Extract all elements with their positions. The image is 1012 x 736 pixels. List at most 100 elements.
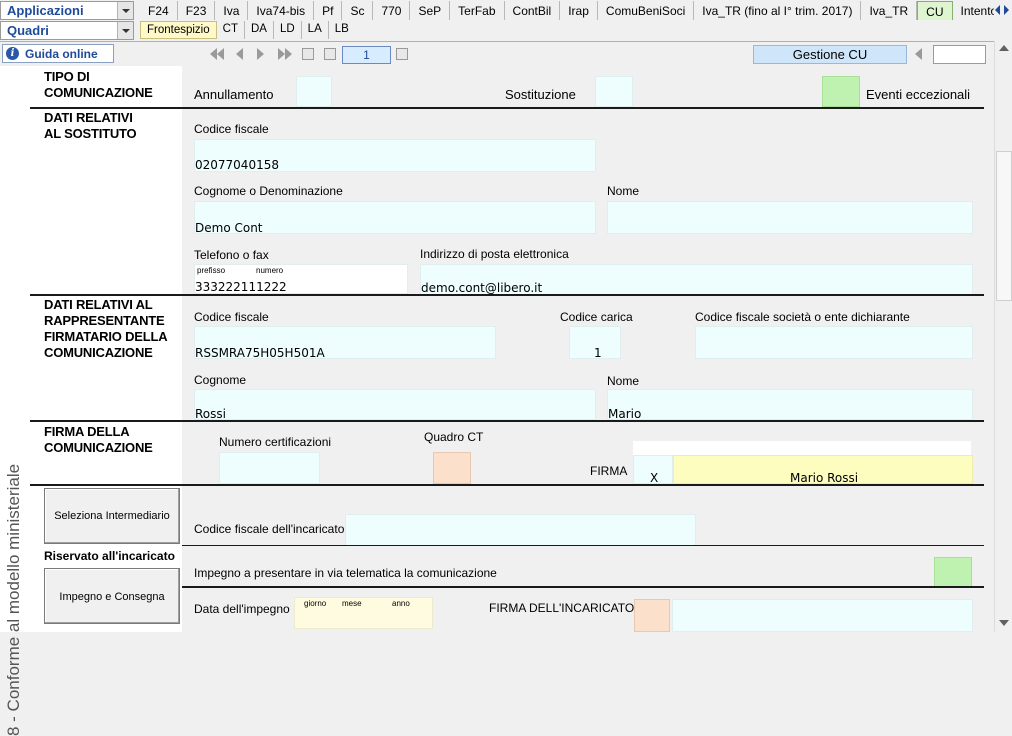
cf-incaricato-label: Codice fiscale dell'incaricato (194, 522, 344, 536)
guida-online-label: Guida online (25, 47, 98, 61)
previous-record-icon[interactable] (915, 48, 929, 60)
sostituto-nome-field[interactable] (607, 201, 973, 234)
applicazioni-label: Applicazioni (7, 3, 84, 18)
prefisso-label: prefisso (197, 266, 225, 275)
tab-lb[interactable]: LB (329, 21, 355, 39)
rappresentante-cognome-value: Rossi (195, 407, 226, 421)
chevron-right-icon[interactable] (1004, 5, 1009, 15)
cf-incaricato-field[interactable] (345, 514, 696, 546)
email-label: Indirizzo di posta elettronica (420, 247, 569, 261)
firma-label: FIRMA (590, 464, 627, 478)
cf-societa-label: Codice fiscale società o ente dichiarant… (695, 310, 910, 324)
tab-scroll-arrows[interactable] (994, 3, 1012, 19)
quadri-label: Quadri (7, 23, 49, 38)
first-page-icon[interactable] (210, 48, 224, 60)
firma-value-field[interactable]: Mario Rossi (673, 455, 973, 484)
section-divider (30, 294, 984, 296)
impegno-consegna-button[interactable]: Impegno e Consegna (44, 568, 180, 624)
impegno-checkbox[interactable] (934, 557, 972, 587)
anno-label: anno (392, 599, 410, 608)
sostituto-cognome-value: Demo Cont (195, 221, 263, 235)
quadro-ct-label: Quadro CT (424, 430, 483, 444)
tab-f24[interactable]: F24 (140, 1, 178, 20)
tab-comubenisoci[interactable]: ComuBeniSoci (598, 1, 694, 20)
tab-f23[interactable]: F23 (178, 1, 216, 20)
sostituto-cognome-label: Cognome o Denominazione (194, 184, 343, 198)
tab-pf[interactable]: Pf (314, 1, 342, 20)
telefono-label: Telefono o fax (194, 248, 269, 262)
quadri-combo[interactable]: Quadri (0, 21, 134, 40)
left-strip: 8 - Conforme al modello ministeriale (0, 66, 30, 632)
tab-contbil[interactable]: ContBil (505, 1, 561, 20)
gestione-cu-button[interactable]: Gestione CU (753, 45, 907, 64)
eventi-eccezionali-label: Eventi eccezionali (866, 87, 970, 102)
tab-iva[interactable]: Iva (215, 1, 248, 20)
impegno-divider (182, 586, 984, 588)
last-page-icon[interactable] (278, 48, 292, 60)
data-impegno-field[interactable]: giorno mese anno (294, 597, 433, 629)
tab-frontespizio[interactable]: Frontespizio (140, 21, 217, 39)
rappresentante-nome-field[interactable]: Mario (607, 389, 973, 420)
firma-x-field[interactable]: X (633, 455, 673, 484)
tab-irap[interactable]: Irap (560, 1, 598, 20)
chevron-left-icon[interactable] (995, 5, 1000, 15)
previous-page-icon[interactable] (236, 48, 250, 60)
tab-iva74bis[interactable]: Iva74-bis (248, 1, 314, 20)
tab-iva-tr[interactable]: Iva_TR (861, 1, 917, 20)
applicazioni-combo[interactable]: Applicazioni (0, 1, 134, 20)
tab-cu[interactable]: CU (917, 1, 952, 20)
remove-page-icon[interactable] (396, 48, 408, 60)
eventi-eccezionali-checkbox[interactable] (822, 76, 860, 107)
firma-incaricato-field[interactable] (672, 599, 973, 632)
annullamento-checkbox[interactable] (296, 76, 332, 107)
guida-online-button[interactable]: i Guida online (2, 44, 114, 63)
vertical-scrollbar[interactable] (994, 41, 1012, 632)
sostituzione-checkbox[interactable] (595, 76, 633, 107)
new-page-icon[interactable] (302, 48, 314, 60)
numero-certificazioni-field[interactable] (219, 452, 320, 484)
telefono-field[interactable]: prefisso numero 333222111222 (194, 264, 408, 294)
section-divider (30, 107, 984, 109)
tab-da[interactable]: DA (245, 21, 274, 39)
sostituto-nome-label: Nome (607, 184, 639, 198)
tab-ct[interactable]: CT (217, 21, 245, 39)
data-impegno-label: Data dell'impegno (194, 602, 290, 616)
tab-sc[interactable]: Sc (342, 1, 373, 20)
scroll-down-icon[interactable] (999, 620, 1009, 626)
sostituto-cf-field[interactable]: 02077040158 (194, 139, 596, 172)
codice-carica-field[interactable]: 1 (569, 326, 621, 359)
sostituto-cognome-field[interactable]: Demo Cont (194, 201, 596, 234)
quadro-ct-checkbox[interactable] (433, 452, 471, 484)
record-input[interactable] (933, 45, 986, 64)
quadri-tabs: Frontespizio CT DA LD LA LB (140, 21, 355, 39)
cf-societa-field[interactable] (695, 326, 973, 359)
impegno-label: Impegno a presentare in via telematica l… (194, 566, 497, 580)
incaricato-divider (182, 545, 984, 546)
firma-incaricato-checkbox[interactable] (634, 599, 670, 632)
sostituto-cf-value: 02077040158 (195, 158, 279, 172)
giorno-label: giorno (304, 599, 326, 608)
section-divider (30, 484, 984, 486)
codice-carica-value: 1 (594, 346, 602, 360)
rappresentante-cf-field[interactable]: RSSMRA75H05H501A (194, 326, 496, 359)
tab-sep[interactable]: SeP (410, 1, 450, 20)
delete-page-icon[interactable] (324, 48, 336, 60)
frontespizio-form: 8 - Conforme al modello ministeriale TIP… (0, 66, 994, 632)
scroll-up-icon[interactable] (999, 45, 1009, 51)
email-field[interactable]: demo.cont@libero.it (420, 264, 973, 296)
chevron-down-icon[interactable] (117, 22, 133, 39)
chevron-down-icon[interactable] (117, 2, 133, 19)
scroll-thumb[interactable] (996, 151, 1012, 301)
rappresentante-cf-label: Codice fiscale (194, 310, 269, 324)
tab-terfab[interactable]: TerFab (450, 1, 504, 20)
tab-iva-tr-2017[interactable]: Iva_TR (fino al I° trim. 2017) (694, 1, 861, 20)
tab-ld[interactable]: LD (274, 21, 302, 39)
firma-value: Mario Rossi (790, 471, 858, 485)
seleziona-intermediario-button[interactable]: Seleziona Intermediario (44, 488, 180, 544)
page-number[interactable]: 1 (342, 46, 391, 64)
tab-770[interactable]: 770 (373, 1, 410, 20)
rappresentante-cognome-field[interactable]: Rossi (194, 389, 596, 420)
app-tabs: F24 F23 Iva Iva74-bis Pf Sc 770 SeP TerF… (140, 1, 1012, 21)
tab-la[interactable]: LA (302, 21, 329, 39)
next-page-icon[interactable] (257, 48, 271, 60)
